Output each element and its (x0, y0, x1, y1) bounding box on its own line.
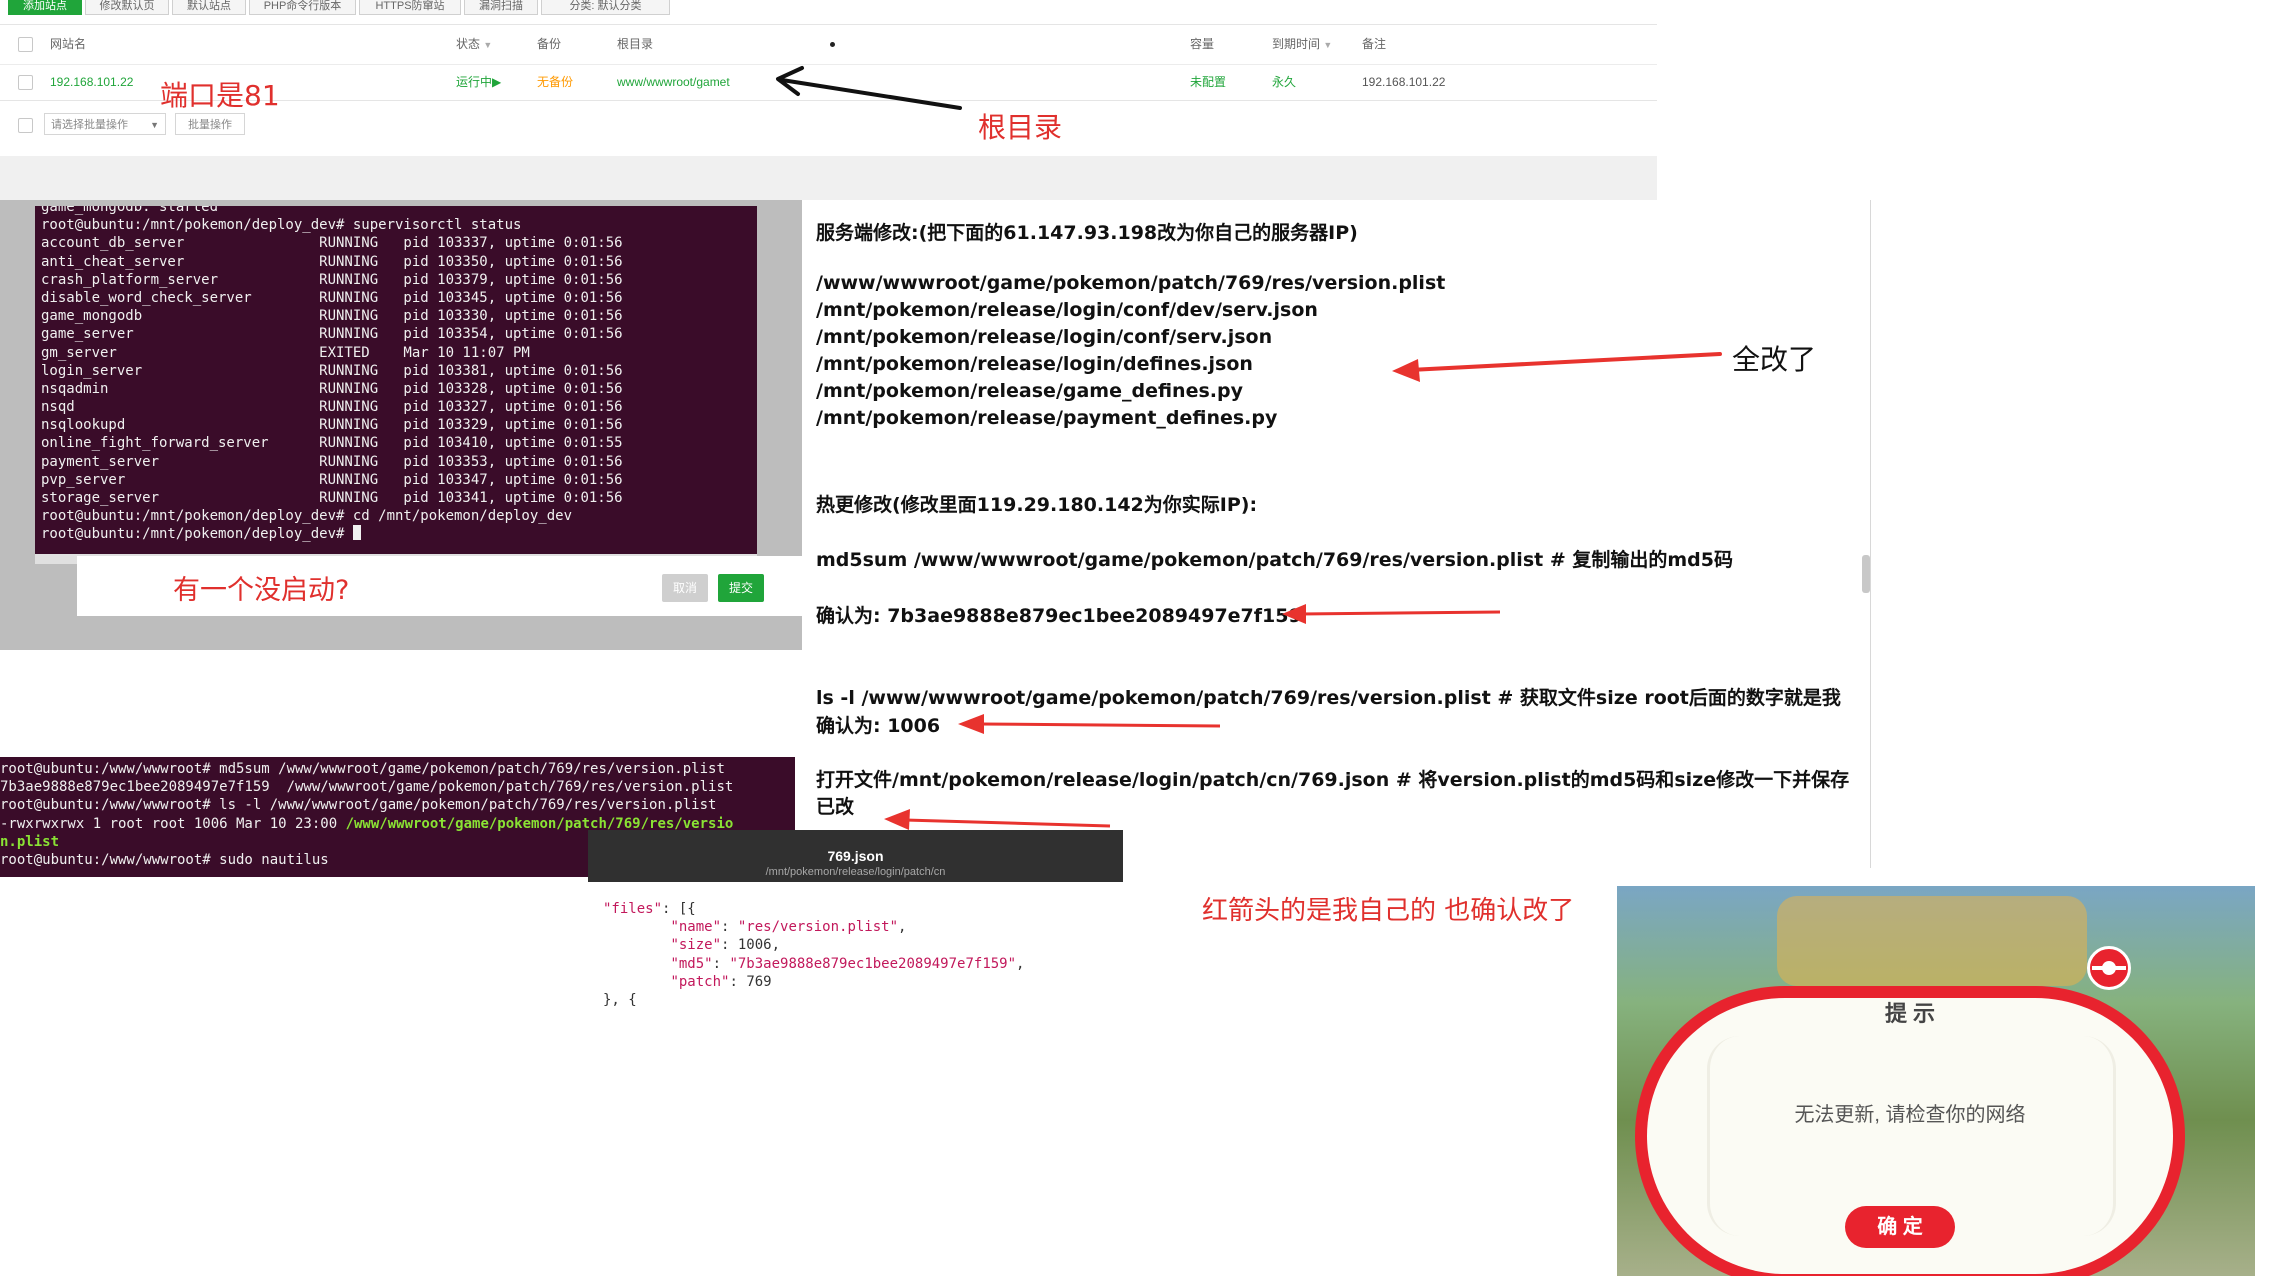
red-arrow-icon (884, 809, 1111, 830)
json-value: 1006 (737, 937, 772, 954)
red-arrow-icon (958, 714, 1221, 734)
pokeball-icon (2087, 946, 2131, 990)
ls-output: -rwxrwxrwx 1 root root 1006 Mar 10 23:00 (0, 815, 346, 832)
game-logo (1777, 896, 2087, 986)
terminal-line: root@ubuntu:/www/wwwroot# ls -l /www/www… (0, 797, 717, 814)
confirm-button[interactable]: 确 定 (1845, 1206, 1955, 1248)
json-value: 769 (746, 973, 772, 990)
dialog-decoration (1707, 1036, 1740, 1236)
json-key: "patch" (670, 973, 730, 990)
game-screen: 提 示 无法更新, 请检查你的网络 确 定 (1617, 886, 2255, 1276)
json-value: "7b3ae9888e879ec1bee2089497e7f159" (729, 955, 1017, 972)
terminal-line: 7b3ae9888e879ec1bee2089497e7f159 /www/ww… (0, 779, 734, 796)
json-value: "res/version.plist" (737, 919, 899, 936)
json-key: "name" (670, 919, 722, 936)
json-key: "size" (670, 937, 722, 954)
json-filename: 769.json (827, 848, 884, 864)
json-content[interactable]: "files": [{ "name": "res/version.plist",… (603, 900, 1024, 1009)
dialog-message: 无法更新, 请检查你的网络 (1794, 1104, 2026, 1126)
dialog-title: 提 示 (1884, 1001, 1936, 1026)
json-filepath: /mnt/pokemon/release/login/patch/cn (765, 866, 946, 878)
red-arrow-icon (1392, 352, 1722, 382)
terminal-line: root@ubuntu:/www/wwwroot# md5sum /www/ww… (0, 761, 725, 777)
json-key: "md5" (670, 955, 713, 972)
dialog-decoration (2083, 1036, 2116, 1236)
red-arrow-annotation: 红箭头的是我自己的 也确认改了 (1202, 896, 1575, 926)
json-key: "files" (603, 901, 663, 917)
red-arrow-icon (1282, 604, 1501, 624)
